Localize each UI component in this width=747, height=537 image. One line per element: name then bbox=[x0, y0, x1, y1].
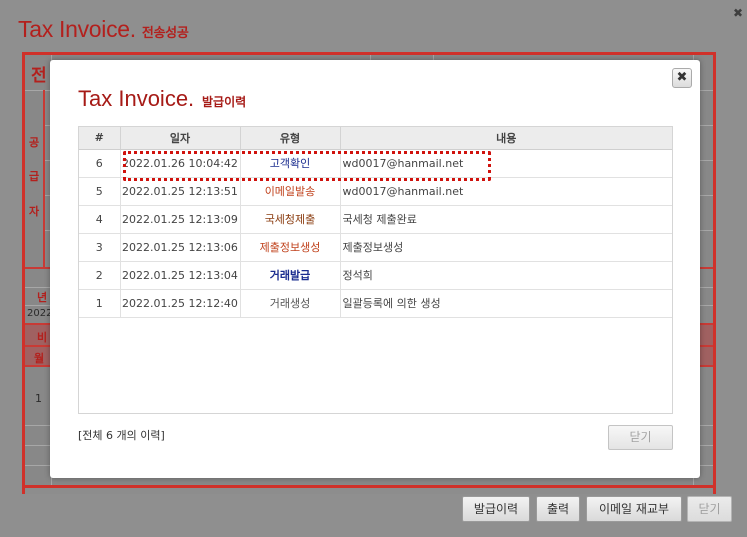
close-icon[interactable]: ✖ bbox=[672, 68, 692, 88]
invoice-label: 급 bbox=[29, 170, 40, 183]
row-type: 제출정보생성 bbox=[240, 233, 341, 262]
column-header-no: # bbox=[79, 127, 121, 150]
row-type: 이메일발송 bbox=[240, 177, 341, 206]
print-button[interactable]: 출력 bbox=[536, 496, 580, 522]
highlight-annotation bbox=[123, 151, 491, 181]
row-type: 거래생성 bbox=[240, 289, 341, 318]
table-header-row: # 일자 유형 내용 bbox=[79, 127, 672, 150]
invoice-item-no: 1 bbox=[35, 392, 42, 405]
table-row: 5 2022.01.25 12:13:51 이메일발송 wd0017@hanma… bbox=[79, 177, 672, 206]
row-date: 2022.01.25 12:13:09 bbox=[120, 205, 241, 234]
row-type: 국세청제출 bbox=[240, 205, 341, 234]
row-date: 2022.01.25 12:12:40 bbox=[120, 289, 241, 318]
issue-history-dialog: Tax Invoice. 발급이력 ✖ # 일자 유형 내용 6 2022.01… bbox=[50, 60, 700, 478]
row-date: 2022.01.25 12:13:06 bbox=[120, 233, 241, 262]
column-header-date: 일자 bbox=[120, 127, 241, 150]
invoice-label: 전 bbox=[31, 66, 47, 86]
row-no: 3 bbox=[79, 233, 121, 262]
invoice-title: Tax Invoice. 전송성공 bbox=[18, 16, 189, 43]
row-no: 1 bbox=[79, 289, 121, 318]
invoice-label: 월 bbox=[34, 352, 45, 365]
close-icon[interactable]: ✖ bbox=[733, 6, 743, 20]
invoice-status: 전송성공 bbox=[141, 25, 189, 40]
table-row: 3 2022.01.25 12:13:06 제출정보생성 제출정보생성 bbox=[79, 233, 672, 262]
row-content: 제출정보생성 bbox=[340, 233, 672, 262]
row-no: 5 bbox=[79, 177, 121, 206]
row-no: 4 bbox=[79, 205, 121, 234]
invoice-label: 비 bbox=[37, 331, 48, 344]
issue-history-button[interactable]: 발급이력 bbox=[462, 496, 530, 522]
invoice-label: 년 bbox=[37, 291, 48, 304]
dialog-title: Tax Invoice. bbox=[78, 86, 195, 111]
close-button[interactable]: 닫기 bbox=[687, 496, 732, 522]
table-row: 1 2022.01.25 12:12:40 거래생성 일괄등록에 의한 생성 bbox=[79, 289, 672, 318]
row-date: 2022.01.25 12:13:51 bbox=[120, 177, 241, 206]
invoice-label: 자 bbox=[29, 205, 40, 218]
history-count: [전체 6 개의 이력] bbox=[78, 429, 165, 442]
row-date: 2022.01.25 12:13:04 bbox=[120, 261, 241, 290]
column-header-type: 유형 bbox=[240, 127, 341, 150]
dialog-close-button[interactable]: 닫기 bbox=[608, 425, 673, 450]
invoice-label: 공 bbox=[29, 136, 40, 149]
column-header-content: 내용 bbox=[340, 127, 672, 150]
invoice-footer-strip bbox=[22, 488, 716, 494]
row-content: 정석희 bbox=[340, 261, 672, 290]
row-content: 일괄등록에 의한 생성 bbox=[340, 289, 672, 318]
table-row: 4 2022.01.25 12:13:09 국세청제출 국세청 제출완료 bbox=[79, 205, 672, 234]
row-type: 거래발급 bbox=[240, 261, 341, 290]
row-content: 국세청 제출완료 bbox=[340, 205, 672, 234]
row-content: wd0017@hanmail.net bbox=[340, 177, 672, 206]
row-no: 6 bbox=[79, 149, 121, 178]
table-row: 2 2022.01.25 12:13:04 거래발급 정석희 bbox=[79, 261, 672, 290]
resend-email-button[interactable]: 이메일 재교부 bbox=[586, 496, 682, 522]
invoice-year: 2022 bbox=[27, 308, 53, 319]
invoice-title-text: Tax Invoice. bbox=[18, 16, 136, 42]
row-no: 2 bbox=[79, 261, 121, 290]
dialog-subtitle: 발급이력 bbox=[202, 95, 247, 109]
